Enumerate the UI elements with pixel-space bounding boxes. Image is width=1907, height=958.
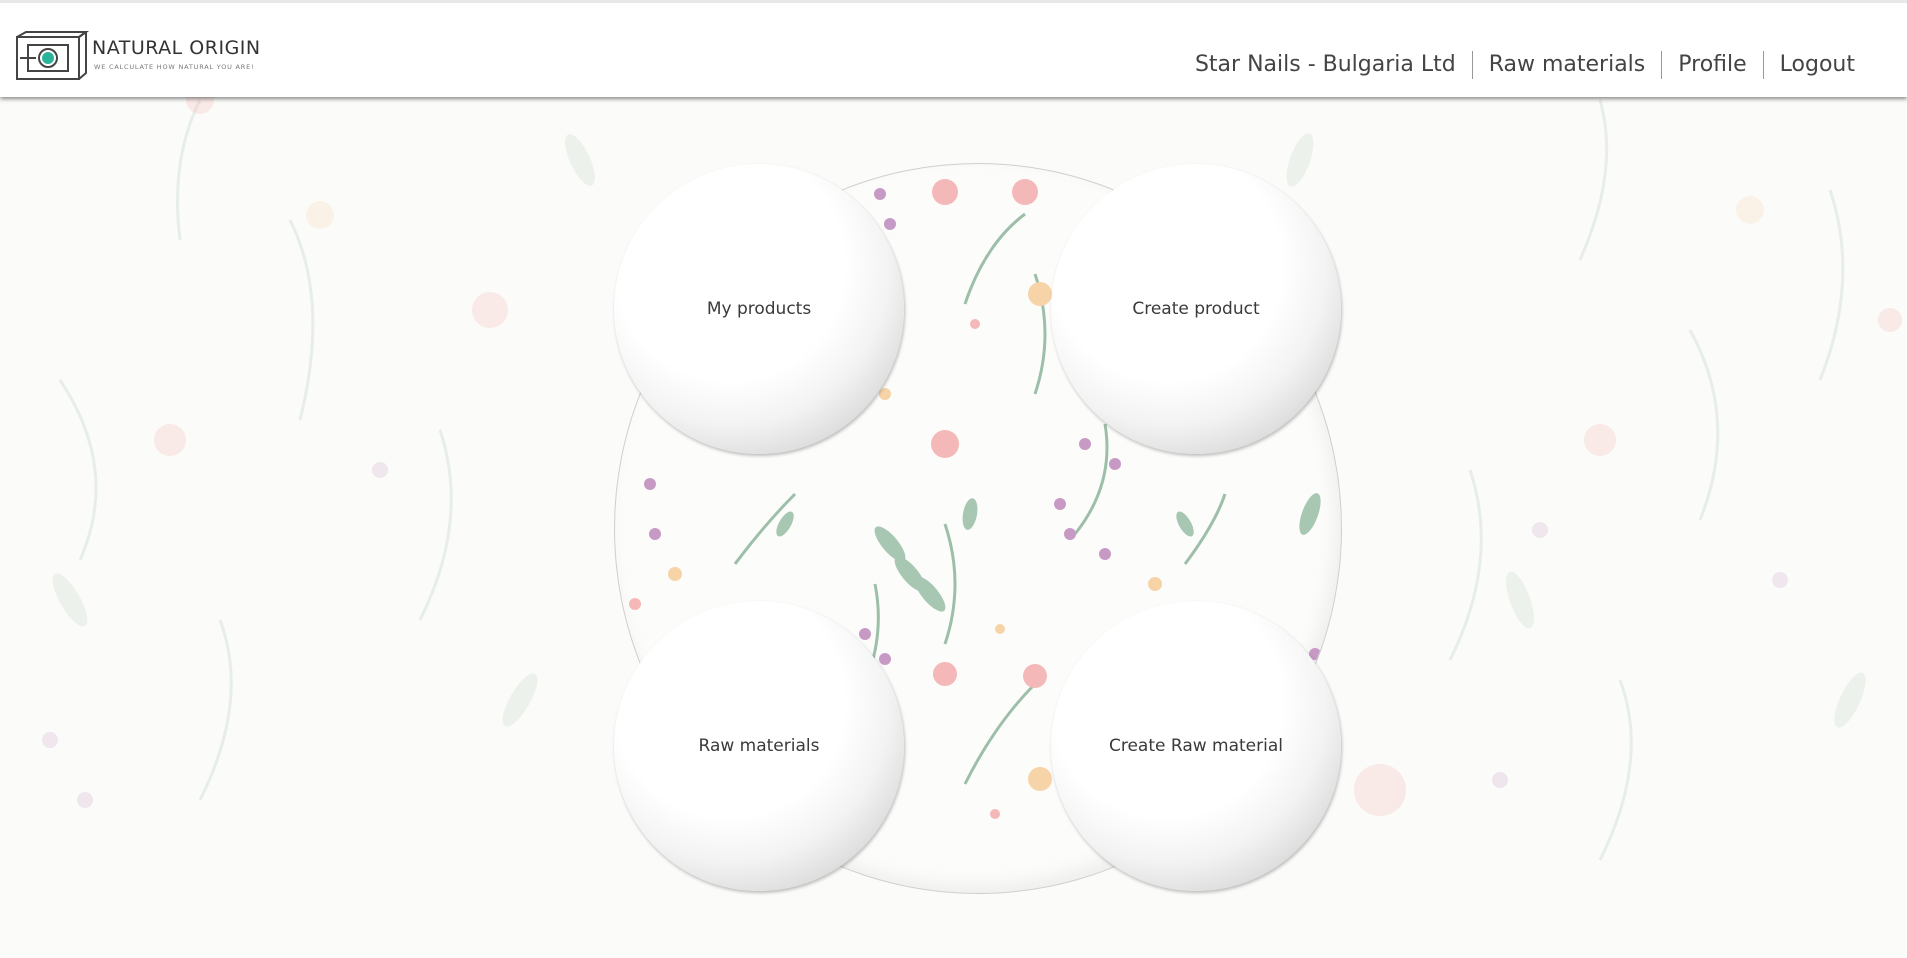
brand-tagline: WE CALCULATE HOW NATURAL YOU ARE!	[94, 63, 255, 71]
create-product-tile[interactable]: Create product	[1051, 164, 1341, 454]
create-product-label: Create product	[1132, 299, 1260, 319]
raw-materials-tile[interactable]: Raw materials	[614, 601, 904, 891]
nav-company[interactable]: Star Nails - Bulgaria Ltd	[1179, 51, 1472, 79]
nav-logout[interactable]: Logout	[1764, 51, 1871, 79]
my-products-tile[interactable]: My products	[614, 164, 904, 454]
brand-title: NATURAL ORIGIN	[92, 37, 261, 59]
top-header: NATURAL ORIGIN WE CALCULATE HOW NATURAL …	[0, 0, 1907, 97]
top-nav: Star Nails - Bulgaria Ltd Raw materials …	[1179, 51, 1871, 79]
raw-materials-label: Raw materials	[698, 736, 820, 756]
create-raw-material-label: Create Raw material	[1108, 736, 1283, 756]
my-products-label: My products	[706, 299, 812, 319]
nav-profile[interactable]: Profile	[1662, 51, 1762, 79]
nav-raw-materials[interactable]: Raw materials	[1473, 51, 1662, 79]
create-raw-material-tile[interactable]: Create Raw material	[1051, 601, 1341, 891]
